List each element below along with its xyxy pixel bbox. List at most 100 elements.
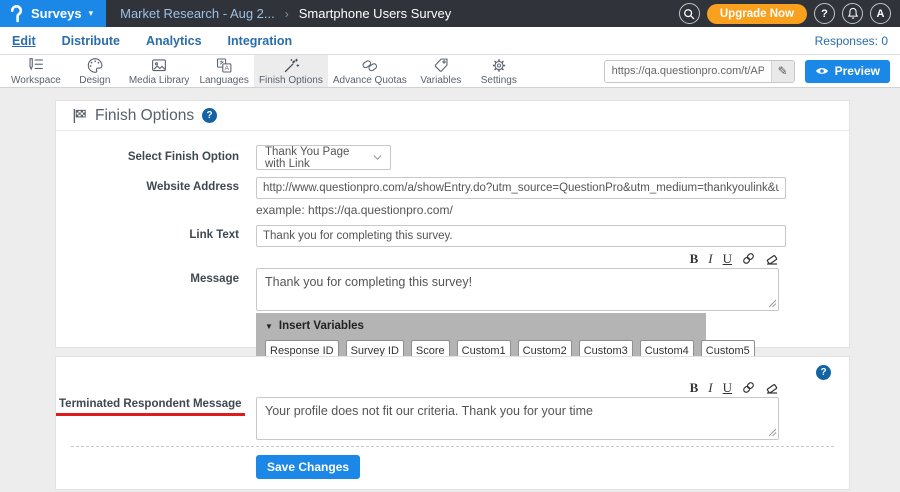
app-window: Surveys ▾ Market Research - Aug 2... › S… <box>0 0 900 492</box>
finish-options-icon <box>281 57 301 74</box>
italic-button[interactable]: I <box>708 381 712 394</box>
top-header: Surveys ▾ Market Research - Aug 2... › S… <box>0 0 900 27</box>
page-background: Finish Options ? Select Finish Option Th… <box>0 88 900 492</box>
toolbar-item-finish-options[interactable]: Finish Options <box>254 55 328 87</box>
message-row: Message B I U <box>56 251 849 311</box>
eye-icon <box>815 66 829 76</box>
website-address-label: Website Address <box>56 177 239 199</box>
save-row: Save Changes <box>71 446 834 479</box>
insert-variables-toggle[interactable]: ▼ Insert Variables <box>265 320 697 332</box>
svg-text:A: A <box>225 65 230 72</box>
website-address-input[interactable] <box>256 177 786 199</box>
terminated-label: Terminated Respondent Message <box>56 380 239 440</box>
surveys-caret-icon: ▾ <box>89 9 94 18</box>
design-icon <box>85 57 105 74</box>
triangle-down-icon: ▼ <box>265 322 273 331</box>
finish-options-panel: Finish Options ? Select Finish Option Th… <box>55 100 850 348</box>
remove-format-button[interactable] <box>765 252 779 265</box>
edit-toolbar: Workspace Design Media Library A <box>0 55 900 88</box>
toolbar-item-media-library[interactable]: Media Library <box>124 55 195 87</box>
toolbar-label: Advance Quotas <box>333 75 407 86</box>
help-button[interactable]: ? <box>814 3 835 24</box>
link-button[interactable] <box>742 252 755 265</box>
variables-icon <box>431 57 451 74</box>
toolbar-item-workspace[interactable]: Workspace <box>6 55 66 87</box>
question-mark-icon: ? <box>207 110 213 121</box>
workspace-icon <box>26 57 46 74</box>
toolbar-label: Media Library <box>129 75 190 86</box>
link-text-input[interactable] <box>256 225 786 247</box>
toolbar-item-advance-quotas[interactable]: Advance Quotas <box>328 55 412 87</box>
italic-button[interactable]: I <box>708 252 712 265</box>
responses-count[interactable]: Responses: 0 <box>815 34 888 48</box>
search-icon <box>683 8 695 20</box>
user-avatar[interactable]: A <box>870 3 891 24</box>
breadcrumb-survey-name: Smartphone Users Survey <box>299 6 451 21</box>
link-text-row: Link Text <box>56 225 849 247</box>
nav-tab-integration[interactable]: Integration <box>228 34 293 48</box>
header-actions: Upgrade Now ? A <box>679 3 900 24</box>
toolbar-item-languages[interactable]: A Languages <box>194 55 254 87</box>
toolbar-label: Settings <box>481 75 517 86</box>
questionpro-logo <box>9 5 24 23</box>
remove-format-button[interactable] <box>765 381 779 394</box>
question-mark-icon: ? <box>821 8 828 20</box>
message-editor-toolbar: B I U <box>256 251 779 266</box>
link-text-label: Link Text <box>56 225 239 247</box>
survey-url-field: ✎ <box>604 60 795 83</box>
website-address-row: Website Address <box>56 177 849 199</box>
toolbar-label: Workspace <box>11 75 61 86</box>
save-changes-button[interactable]: Save Changes <box>256 455 360 479</box>
chevron-down-icon <box>373 154 382 161</box>
link-button[interactable] <box>742 381 755 394</box>
finish-option-select[interactable]: Thank You Page with Link <box>256 145 391 170</box>
edit-url-button[interactable]: ✎ <box>771 61 794 82</box>
finish-option-row: Select Finish Option Thank You Page with… <box>56 145 849 170</box>
avatar-initial: A <box>877 8 885 20</box>
terminated-help-row: ? <box>56 357 849 380</box>
insert-variables-title: Insert Variables <box>279 320 364 332</box>
languages-icon: A <box>214 57 234 74</box>
breadcrumb: Market Research - Aug 2... › Smartphone … <box>120 6 451 21</box>
bold-button[interactable]: B <box>690 381 699 394</box>
finish-options-form: Select Finish Option Thank You Page with… <box>56 131 849 369</box>
underline-button[interactable]: U <box>723 381 732 394</box>
breadcrumb-folder[interactable]: Market Research - Aug 2... <box>120 6 275 21</box>
advance-quotas-icon <box>360 57 380 74</box>
media-library-icon <box>149 57 169 74</box>
toolbar-item-settings[interactable]: Settings <box>470 55 528 87</box>
finish-options-help-button[interactable]: ? <box>202 108 217 123</box>
terminated-message-panel: ? Terminated Respondent Message B I U <box>55 356 850 490</box>
survey-nav: Edit Distribute Analytics Integration Re… <box>0 27 900 55</box>
website-address-hint: example: https://qa.questionpro.com/ <box>256 203 849 217</box>
search-button[interactable] <box>679 3 700 24</box>
surveys-menu[interactable]: Surveys ▾ <box>0 0 106 27</box>
share-area: ✎ Preview <box>604 55 900 87</box>
underline-button[interactable]: U <box>723 252 732 265</box>
survey-url-input[interactable] <box>605 61 771 82</box>
terminated-help-button[interactable]: ? <box>816 365 831 380</box>
nav-tab-analytics[interactable]: Analytics <box>146 34 202 48</box>
message-textarea[interactable]: Thank you for completing this survey! <box>256 268 779 311</box>
preview-button[interactable]: Preview <box>805 60 890 83</box>
toolbar-label: Variables <box>420 75 461 86</box>
toolbar-label: Design <box>79 75 110 86</box>
finish-option-selected-value: Thank You Page with Link <box>265 146 373 170</box>
toolbar-item-design[interactable]: Design <box>66 55 124 87</box>
notifications-button[interactable] <box>842 3 863 24</box>
toolbar-item-variables[interactable]: Variables <box>412 55 470 87</box>
page-title: Finish Options <box>95 107 194 125</box>
breadcrumb-separator-icon: › <box>285 7 289 21</box>
terminated-message-textarea[interactable]: Your profile does not fit our criteria. … <box>256 397 779 440</box>
terminated-row: Terminated Respondent Message B I U <box>56 380 849 440</box>
settings-icon <box>489 57 509 74</box>
message-label: Message <box>56 251 239 311</box>
nav-tab-edit[interactable]: Edit <box>12 34 36 48</box>
finish-flag-icon <box>72 108 87 124</box>
bold-button[interactable]: B <box>690 252 699 265</box>
pencil-icon: ✎ <box>778 64 788 78</box>
nav-tab-distribute[interactable]: Distribute <box>62 34 120 48</box>
toolbar-label: Languages <box>199 75 249 86</box>
preview-label: Preview <box>835 64 880 78</box>
upgrade-now-button[interactable]: Upgrade Now <box>707 4 807 24</box>
